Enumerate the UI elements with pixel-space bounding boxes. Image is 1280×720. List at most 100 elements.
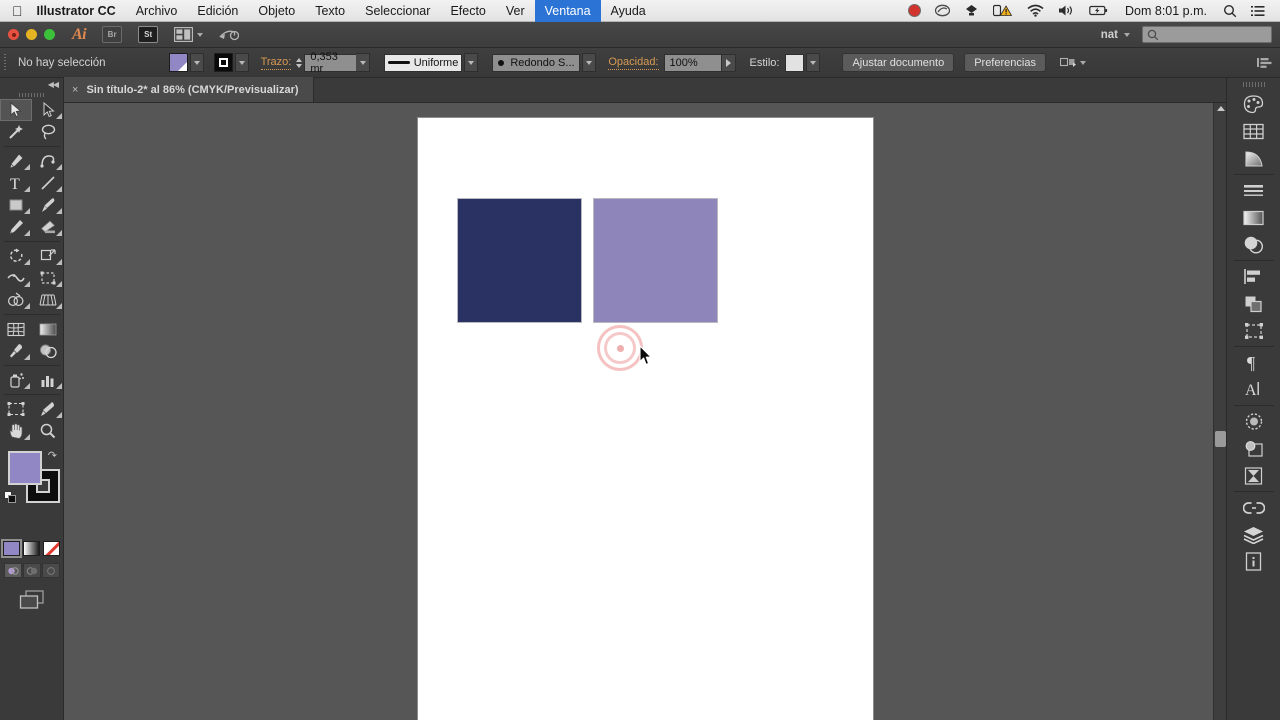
fill-color-control[interactable] bbox=[168, 53, 204, 72]
brush-chevron-down-icon[interactable] bbox=[582, 53, 597, 72]
control-panel-grip[interactable] bbox=[3, 53, 9, 72]
column-graph-tool[interactable] bbox=[32, 369, 64, 391]
tools-panel-grip[interactable] bbox=[0, 90, 63, 99]
stroke-weight-chevron-down-icon[interactable] bbox=[356, 53, 371, 72]
document-tab[interactable]: × Sin título-2* al 86% (CMYK/Previsualiz… bbox=[64, 77, 314, 102]
stroke-chevron-down-icon[interactable] bbox=[234, 53, 249, 72]
stroke-weight-value[interactable]: 0,353 mr bbox=[304, 51, 357, 75]
stroke-profile-box[interactable]: Uniforme bbox=[384, 53, 463, 72]
opacity-value[interactable]: 100% bbox=[663, 53, 722, 72]
width-tool[interactable] bbox=[0, 267, 32, 289]
paragraph-panel-icon[interactable]: ¶ bbox=[1237, 349, 1271, 376]
default-fill-stroke-icon[interactable] bbox=[4, 491, 17, 504]
draw-behind-button[interactable] bbox=[22, 563, 41, 578]
symbols-panel-icon[interactable] bbox=[1237, 435, 1271, 462]
hand-tool[interactable] bbox=[0, 420, 32, 442]
scroll-up-icon[interactable] bbox=[1217, 106, 1225, 111]
creative-cloud-icon[interactable] bbox=[935, 4, 951, 17]
gradient-mode-button[interactable] bbox=[23, 541, 40, 556]
spotlight-search-icon[interactable] bbox=[1223, 4, 1237, 18]
canvas-area[interactable] bbox=[64, 103, 1226, 720]
selection-tool[interactable] bbox=[0, 99, 32, 121]
menu-item-ventana[interactable]: Ventana bbox=[534, 0, 601, 22]
type-tool[interactable]: T bbox=[0, 172, 32, 194]
workspace-chevron-down-icon[interactable] bbox=[1124, 32, 1130, 37]
graphic-style-control[interactable] bbox=[785, 53, 821, 72]
graphic-styles-panel-icon[interactable] bbox=[1237, 462, 1271, 489]
scrollbar-thumb[interactable] bbox=[1215, 431, 1226, 447]
draw-normal-button[interactable] bbox=[3, 563, 22, 578]
canvas-vertical-scrollbar[interactable] bbox=[1213, 103, 1226, 720]
go-to-bridge-icon[interactable] bbox=[219, 27, 240, 42]
pathfinder-panel-icon[interactable] bbox=[1237, 290, 1271, 317]
eraser-tool[interactable] bbox=[32, 216, 64, 238]
stroke-weight-label[interactable]: Trazo: bbox=[260, 56, 292, 70]
stroke-color-control[interactable] bbox=[213, 53, 249, 72]
zoom-tool[interactable] bbox=[32, 420, 64, 442]
workspace-switcher[interactable]: nat bbox=[1101, 29, 1118, 41]
navy-rectangle[interactable] bbox=[458, 199, 581, 322]
fill-color-swatch[interactable] bbox=[8, 451, 42, 485]
gradient-mesh-panel-icon[interactable] bbox=[1237, 145, 1271, 172]
notification-center-icon[interactable] bbox=[1251, 5, 1265, 17]
menu-item-seleccionar[interactable]: Seleccionar bbox=[355, 0, 440, 22]
scale-tool[interactable] bbox=[32, 245, 64, 267]
fit-document-button[interactable]: Ajustar documento bbox=[842, 53, 955, 72]
fill-swatch[interactable] bbox=[168, 53, 188, 72]
draw-inside-button[interactable] bbox=[41, 563, 60, 578]
color-mode-button[interactable] bbox=[3, 541, 20, 556]
preferences-button[interactable]: Preferencias bbox=[964, 53, 1046, 72]
document-info-panel-icon[interactable] bbox=[1237, 548, 1271, 575]
menu-item-ayuda[interactable]: Ayuda bbox=[601, 0, 656, 22]
direct-selection-tool[interactable] bbox=[32, 99, 64, 121]
opacity-label[interactable]: Opacidad: bbox=[608, 56, 659, 70]
transform-each-icon[interactable] bbox=[1059, 56, 1086, 70]
swap-fill-stroke-icon[interactable]: ↷ bbox=[48, 449, 57, 462]
rectangle-tool[interactable] bbox=[0, 194, 32, 216]
battery-charging-icon[interactable] bbox=[1089, 4, 1109, 17]
menu-item-edicion[interactable]: Edición bbox=[187, 0, 248, 22]
opacity-flyout-icon[interactable] bbox=[721, 53, 736, 72]
artboard-tool[interactable] bbox=[0, 398, 32, 420]
stroke-weight-control[interactable]: 0,353 mr bbox=[296, 51, 371, 75]
close-window-button[interactable] bbox=[8, 29, 19, 40]
stroke-weight-stepper[interactable] bbox=[296, 57, 303, 68]
dropbox-icon[interactable] bbox=[964, 4, 979, 17]
gradient-tool[interactable] bbox=[32, 318, 64, 340]
menu-item-objeto[interactable]: Objeto bbox=[248, 0, 305, 22]
bridge-launch-button[interactable]: Br bbox=[86, 26, 123, 43]
volume-icon[interactable] bbox=[1058, 4, 1075, 17]
brush-definition-control[interactable]: Redondo S... bbox=[492, 53, 597, 72]
blend-tool[interactable] bbox=[32, 340, 64, 362]
pen-tool[interactable] bbox=[0, 150, 32, 172]
arrange-documents-icon[interactable] bbox=[174, 27, 204, 42]
rotate-tool[interactable] bbox=[0, 245, 32, 267]
macos-clock[interactable]: Dom 8:01 p.m. bbox=[1125, 4, 1207, 18]
apple-logo-icon[interactable]:  bbox=[12, 4, 23, 18]
dock-grip[interactable] bbox=[1242, 82, 1265, 87]
layers-panel-icon[interactable] bbox=[1237, 521, 1271, 548]
transparency-panel-icon[interactable] bbox=[1237, 231, 1271, 258]
eyedropper-tool[interactable] bbox=[0, 340, 32, 362]
style-swatch[interactable] bbox=[785, 53, 805, 72]
none-mode-button[interactable] bbox=[43, 541, 60, 556]
transform-panel-icon[interactable] bbox=[1237, 317, 1271, 344]
close-icon[interactable]: × bbox=[72, 84, 78, 96]
menu-item-archivo[interactable]: Archivo bbox=[126, 0, 188, 22]
record-icon[interactable] bbox=[908, 4, 922, 17]
stroke-panel-icon[interactable] bbox=[1237, 177, 1271, 204]
menu-item-illustrator-cc[interactable]: Illustrator CC bbox=[37, 0, 126, 22]
stock-launch-button[interactable]: St bbox=[122, 26, 159, 43]
links-panel-icon[interactable] bbox=[1237, 494, 1271, 521]
character-panel-icon[interactable]: A bbox=[1237, 376, 1271, 403]
style-chevron-down-icon[interactable] bbox=[806, 53, 821, 72]
curvature-tool[interactable] bbox=[32, 150, 64, 172]
symbol-sprayer-tool[interactable] bbox=[0, 369, 32, 391]
pencil-tool[interactable] bbox=[0, 216, 32, 238]
wifi-icon[interactable] bbox=[1027, 4, 1044, 17]
slice-tool[interactable] bbox=[32, 398, 64, 420]
collapse-panel-icon[interactable]: ◀◀ bbox=[48, 80, 59, 89]
opacity-control[interactable]: 100% bbox=[663, 53, 736, 72]
lasso-tool[interactable] bbox=[32, 121, 64, 143]
color-panel-icon[interactable] bbox=[1237, 91, 1271, 118]
